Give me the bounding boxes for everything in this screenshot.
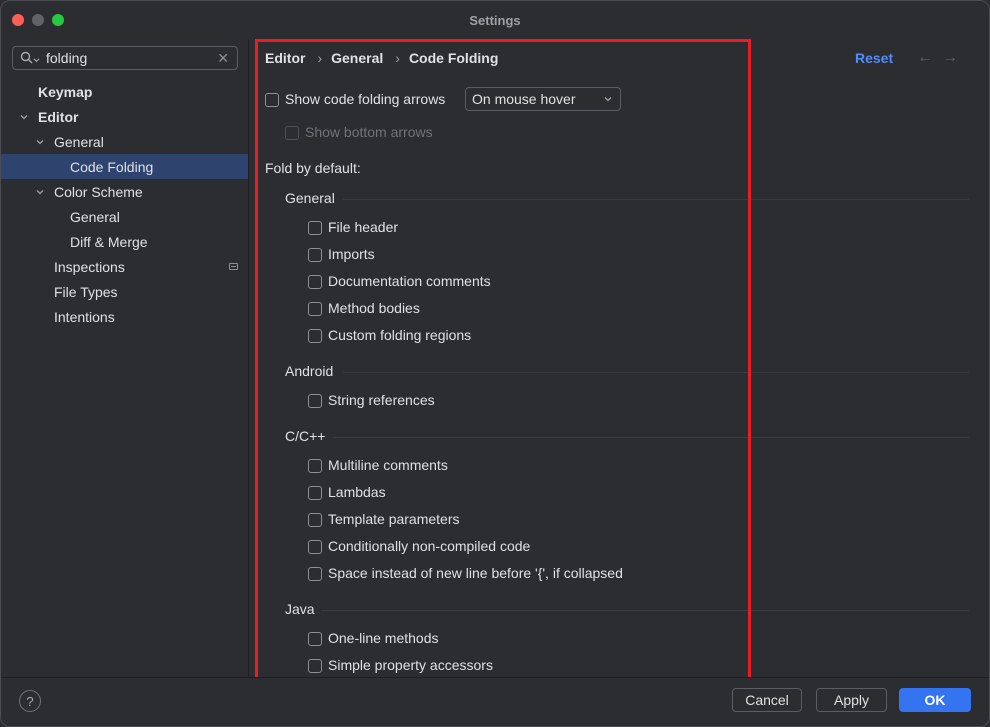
title-bar: Settings xyxy=(1,1,989,39)
sidebar-item-diff-merge[interactable]: Diff & Merge xyxy=(1,229,248,254)
fold-option-label: Imports xyxy=(328,246,375,262)
fold-option-label: File header xyxy=(328,219,399,235)
sidebar-item-intentions[interactable]: Intentions xyxy=(1,304,248,329)
chevron-down-icon xyxy=(604,97,612,102)
breadcrumb: Editor › General › Code Folding xyxy=(265,50,498,66)
breadcrumb-item: Code Folding xyxy=(408,50,499,66)
reset-link[interactable]: Reset xyxy=(855,50,893,66)
sidebar-item-color-scheme-general[interactable]: General xyxy=(1,204,248,229)
group-separator xyxy=(333,437,969,438)
fold-option-label: Method bodies xyxy=(328,300,420,316)
group-title-cpp: C/C++ xyxy=(285,428,326,444)
fold-checkbox[interactable] xyxy=(308,567,322,581)
arrows-mode-value: On mouse hover xyxy=(472,91,576,107)
show-folding-arrows-label: Show code folding arrows xyxy=(285,91,446,107)
sidebar-item-label: Editor xyxy=(38,108,79,125)
sidebar-item-label: Code Folding xyxy=(70,158,154,175)
fold-checkbox[interactable] xyxy=(308,221,322,235)
fold-checkbox[interactable] xyxy=(308,659,322,673)
sidebar-item-label: General xyxy=(70,208,120,225)
sidebar-item-code-folding[interactable]: Code Folding xyxy=(1,154,248,179)
fold-checkbox[interactable] xyxy=(308,632,322,646)
apply-button[interactable]: Apply xyxy=(816,688,887,712)
show-folding-arrows-checkbox[interactable] xyxy=(265,93,279,107)
sidebar-item-label: Color Scheme xyxy=(54,183,143,200)
project-settings-icon xyxy=(229,263,238,270)
dialog-footer: ? Cancel Apply OK xyxy=(1,677,989,726)
sidebar-item-label: Intentions xyxy=(54,308,115,325)
fold-option-label: Multiline comments xyxy=(328,457,448,473)
show-bottom-arrows-checkbox[interactable] xyxy=(285,126,299,140)
fold-checkbox[interactable] xyxy=(308,459,322,473)
sidebar-item-file-types[interactable]: File Types xyxy=(1,279,248,304)
fold-option-label: Lambdas xyxy=(328,484,386,500)
settings-content: Editor › General › Code Folding Reset ← … xyxy=(249,39,989,677)
close-window-button[interactable] xyxy=(12,14,24,26)
group-separator xyxy=(343,199,969,200)
minimize-window-button[interactable] xyxy=(32,14,44,26)
settings-window: Settings ✕ Keymap Editor xyxy=(0,0,990,727)
show-bottom-arrows-label: Show bottom arrows xyxy=(305,124,433,140)
fold-option-label: String references xyxy=(328,392,435,408)
help-button[interactable]: ? xyxy=(19,690,41,712)
sidebar-item-inspections[interactable]: Inspections xyxy=(1,254,248,279)
clear-search-icon[interactable]: ✕ xyxy=(217,50,229,67)
sidebar-item-label: Diff & Merge xyxy=(70,233,148,250)
group-title-android: Android xyxy=(285,363,334,379)
sidebar-item-color-scheme[interactable]: Color Scheme xyxy=(1,179,248,204)
fold-checkbox[interactable] xyxy=(308,540,322,554)
arrow-right-icon[interactable]: → xyxy=(942,49,958,67)
window-title: Settings xyxy=(469,12,521,28)
sidebar-item-label: File Types xyxy=(54,283,118,300)
fold-checkbox[interactable] xyxy=(308,302,322,316)
group-separator xyxy=(321,610,969,611)
group-title-general: General xyxy=(285,190,335,206)
sidebar-item-editor[interactable]: Editor xyxy=(1,104,248,129)
fold-checkbox[interactable] xyxy=(308,394,322,408)
search-input[interactable] xyxy=(46,50,216,66)
settings-sidebar: ✕ Keymap Editor General Code Folding Col… xyxy=(1,39,249,677)
group-title-java: Java xyxy=(285,601,315,617)
sidebar-item-label: Keymap xyxy=(38,83,93,100)
fold-option-label: Space instead of new line before '{', if… xyxy=(328,565,623,581)
search-box[interactable]: ✕ xyxy=(12,46,238,70)
fold-checkbox[interactable] xyxy=(308,513,322,527)
chevron-down-icon[interactable] xyxy=(34,136,46,148)
fold-checkbox[interactable] xyxy=(308,248,322,262)
fold-option-label: Template parameters xyxy=(328,511,460,527)
fold-checkbox[interactable] xyxy=(308,329,322,343)
fold-option-label: Conditionally non-compiled code xyxy=(328,538,531,554)
arrow-left-icon[interactable]: ← xyxy=(917,49,933,67)
fold-option-label: Simple property accessors xyxy=(328,657,493,673)
cancel-button[interactable]: Cancel xyxy=(732,688,802,712)
window-controls xyxy=(12,14,64,26)
fold-checkbox[interactable] xyxy=(308,486,322,500)
zoom-window-button[interactable] xyxy=(52,14,64,26)
fold-by-default-heading: Fold by default: xyxy=(265,160,361,176)
ok-button[interactable]: OK xyxy=(899,688,971,712)
sidebar-item-label: General xyxy=(54,133,104,150)
sidebar-item-editor-general[interactable]: General xyxy=(1,129,248,154)
fold-option-label: Documentation comments xyxy=(328,273,491,289)
fold-option-label: Custom folding regions xyxy=(328,327,472,343)
breadcrumb-item: General xyxy=(331,50,384,66)
breadcrumb-separator-icon: › xyxy=(317,50,323,66)
fold-checkbox[interactable] xyxy=(308,275,322,289)
fold-option-label: One-line methods xyxy=(328,630,439,646)
sidebar-item-label: Inspections xyxy=(54,258,125,275)
chevron-down-icon[interactable] xyxy=(18,111,30,123)
arrows-mode-dropdown[interactable]: On mouse hover xyxy=(465,87,621,111)
breadcrumb-item: Editor xyxy=(265,50,306,66)
search-history-chevron-icon[interactable] xyxy=(33,57,40,64)
breadcrumb-separator-icon: › xyxy=(395,50,400,66)
sidebar-item-keymap[interactable]: Keymap xyxy=(1,79,248,104)
group-separator xyxy=(343,372,969,373)
chevron-down-icon[interactable] xyxy=(34,186,46,198)
search-icon[interactable] xyxy=(20,51,34,65)
